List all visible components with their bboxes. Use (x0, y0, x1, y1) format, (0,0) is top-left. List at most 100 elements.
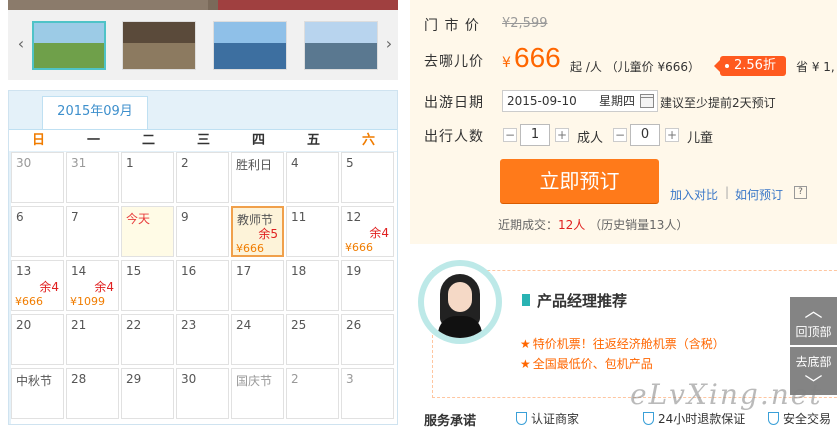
calendar-day-cell[interactable]: 6 (11, 206, 64, 257)
remaining-seats: 余4 (369, 226, 389, 240)
calendar-day-cell[interactable]: 教师节 余5 ¥666 (231, 206, 284, 257)
calendar-day-cell[interactable]: 15 (121, 260, 174, 311)
price-value: 666 (514, 42, 561, 73)
gallery-thumb-3[interactable] (213, 21, 287, 70)
child-plus-button[interactable]: + (665, 128, 679, 142)
gallery-thumb-4[interactable] (304, 21, 378, 70)
calendar-day-number: 29 (126, 372, 142, 386)
adult-plus-button[interactable]: + (555, 128, 569, 142)
adult-minus-button[interactable]: − (503, 128, 517, 142)
service-item-certified: 认证商家 (516, 410, 579, 427)
child-label: 儿童 (687, 131, 714, 146)
calendar-day-number: 国庆节 (236, 374, 273, 388)
calendar-day-number: 12 (346, 210, 362, 224)
recent-sales: 近期成交：12人 （历史销量13人） (498, 218, 689, 232)
calendar-day-cell[interactable]: 22 (121, 314, 174, 365)
main-photo-strip (8, 0, 398, 10)
price-suffix: 起 /人 （儿童价 ¥666） (570, 60, 701, 74)
calendar-day-cell[interactable]: 2 (176, 152, 229, 203)
calendar-day-cell[interactable]: 2 (286, 368, 339, 419)
calendar-day-number: 26 (346, 318, 362, 332)
calendar-day-cell[interactable]: 7 (66, 206, 119, 257)
calendar-day-cell[interactable]: 23 (176, 314, 229, 365)
weekday-label: 日 (31, 133, 45, 148)
weekday-label: 三 (196, 133, 210, 148)
calendar-day-cell[interactable]: 胜利日 (231, 152, 284, 203)
manager-item[interactable]: ★ 全国最低价、包机产品 (520, 355, 653, 372)
calendar-day-number: 7 (71, 210, 79, 224)
calendar-day-cell[interactable]: 16 (176, 260, 229, 311)
calendar-day-cell[interactable]: 19 (341, 260, 394, 311)
shield-check-icon (768, 412, 779, 425)
calendar-grid: 30 31 1 2 胜利日 4 5 6 7 今天 9 教师节 余5 ¥666 11 12 余4 ¥666 13 余4 ¥… (11, 152, 397, 424)
calendar-day-cell[interactable]: 3 (341, 368, 394, 419)
calendar-day-cell[interactable]: 18 (286, 260, 339, 311)
back-to-top-button[interactable]: ︿ 回顶部 (790, 297, 837, 345)
calendar-day-cell[interactable]: 国庆节 (231, 368, 284, 419)
calendar-day-cell[interactable]: 5 (341, 152, 394, 203)
calendar-day-cell[interactable]: 29 (121, 368, 174, 419)
book-now-button[interactable]: 立即预订 (500, 159, 659, 203)
calendar-day-cell[interactable]: 今天 (121, 206, 174, 257)
calendar-day-number: 30 (16, 156, 32, 170)
calendar-day-number: 19 (346, 264, 362, 278)
calendar-day-number: 23 (181, 318, 197, 332)
calendar-day-number: 1 (126, 156, 134, 170)
gallery-thumb-2[interactable] (122, 21, 196, 70)
avatar (418, 260, 502, 344)
calendar-day-cell[interactable]: 25 (286, 314, 339, 365)
calendar-day-cell[interactable]: 11 (286, 206, 339, 257)
child-minus-button[interactable]: − (613, 128, 627, 142)
manager-item[interactable]: ★ 特价机票！往返经济舱机票（含税） (520, 335, 725, 352)
calendar-day-cell[interactable]: 28 (66, 368, 119, 419)
calendar-day-number: 14 (71, 264, 87, 278)
calendar-icon[interactable] (640, 94, 654, 108)
calendar-day-cell[interactable]: 4 (286, 152, 339, 203)
currency-symbol: ¥ (502, 55, 511, 71)
calendar-day-cell[interactable]: 13 余4 ¥666 (11, 260, 64, 311)
calendar-day-cell[interactable]: 31 (66, 152, 119, 203)
price-label: 去哪儿价 (424, 54, 484, 70)
how-to-book-link[interactable]: 如何预订 (735, 186, 783, 203)
calendar-day-number: 20 (16, 318, 32, 332)
calendar-day-number: 9 (181, 210, 189, 224)
remaining-seats: 余4 (39, 280, 59, 294)
people-label: 出行人数 (424, 129, 484, 145)
add-compare-link[interactable]: 加入对比 (670, 186, 718, 203)
help-icon[interactable]: ? (794, 186, 807, 199)
calendar-weekday-header: 日一二三四五六 (9, 129, 397, 151)
calendar-day-cell[interactable]: 1 (121, 152, 174, 203)
calendar-month-tab[interactable]: 2015年09月 (42, 96, 148, 130)
calendar-day-cell[interactable]: 30 (176, 368, 229, 419)
calendar-day-cell[interactable]: 30 (11, 152, 64, 203)
calendar-day-number: 16 (181, 264, 197, 278)
chevron-left-icon[interactable]: ‹ (14, 34, 28, 54)
calendar-day-cell[interactable]: 21 (66, 314, 119, 365)
calendar-day-cell[interactable]: 26 (341, 314, 394, 365)
link-separator: | (725, 185, 730, 199)
calendar-day-cell[interactable]: 12 余4 ¥666 (341, 206, 394, 257)
adult-qty-input[interactable]: 1 (520, 124, 550, 146)
calendar-day-number: 13 (16, 264, 32, 278)
travel-date-field[interactable]: 2015-09-10 星期四 (502, 90, 658, 112)
calendar-day-cell[interactable]: 中秋节 (11, 368, 64, 419)
calendar-day-cell[interactable]: 9 (176, 206, 229, 257)
day-price: ¥666 (15, 295, 43, 308)
chevron-right-icon[interactable]: › (382, 34, 396, 54)
calendar-day-cell[interactable]: 14 余4 ¥1099 (66, 260, 119, 311)
calendar-day-cell[interactable]: 20 (11, 314, 64, 365)
bookmark-icon (522, 294, 530, 306)
calendar-day-cell[interactable]: 17 (231, 260, 284, 311)
calendar-day-cell[interactable]: 24 (231, 314, 284, 365)
calendar-day-number: 24 (236, 318, 252, 332)
gallery-thumb-1[interactable] (32, 21, 106, 70)
orig-price-label: 门 市 价 (424, 18, 480, 34)
child-qty-input[interactable]: 0 (630, 124, 660, 146)
calendar-day-number: 31 (71, 156, 87, 170)
calendar-day-number: 4 (291, 156, 299, 170)
shield-check-icon (643, 412, 654, 425)
day-price: ¥666 (236, 242, 264, 255)
calendar-day-number: 3 (346, 372, 354, 386)
site-watermark: eLvXing.net (630, 378, 823, 411)
weekday-label: 二 (141, 133, 155, 148)
